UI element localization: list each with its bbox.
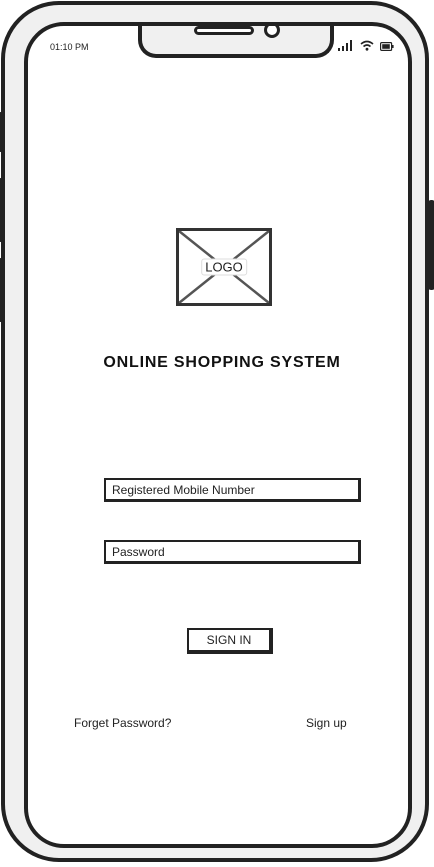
side-button-right — [428, 200, 434, 290]
notch — [138, 26, 334, 58]
wifi-icon — [360, 40, 374, 51]
sign-up-link[interactable]: Sign up — [306, 716, 347, 730]
phone-screen: 01:10 PM LOGO ONLINE SHOPPING SYSTEM SIG… — [24, 22, 412, 848]
mobile-number-input[interactable] — [104, 478, 361, 502]
forgot-password-link[interactable]: Forget Password? — [74, 716, 171, 730]
side-button-left-top — [0, 112, 5, 152]
status-time: 01:10 PM — [50, 42, 89, 52]
password-input[interactable] — [104, 540, 361, 564]
status-icons — [338, 40, 394, 51]
speaker-icon — [194, 26, 254, 35]
signal-icon — [338, 40, 352, 51]
side-button-left-bottom — [0, 258, 5, 322]
battery-icon — [380, 42, 394, 51]
camera-icon — [264, 26, 280, 38]
side-button-left-mid — [0, 178, 5, 242]
sign-in-button[interactable]: SIGN IN — [187, 628, 273, 654]
page-title: ONLINE SHOPPING SYSTEM — [103, 354, 341, 371]
logo-placeholder: LOGO — [176, 228, 272, 306]
logo-label: LOGO — [201, 258, 247, 276]
